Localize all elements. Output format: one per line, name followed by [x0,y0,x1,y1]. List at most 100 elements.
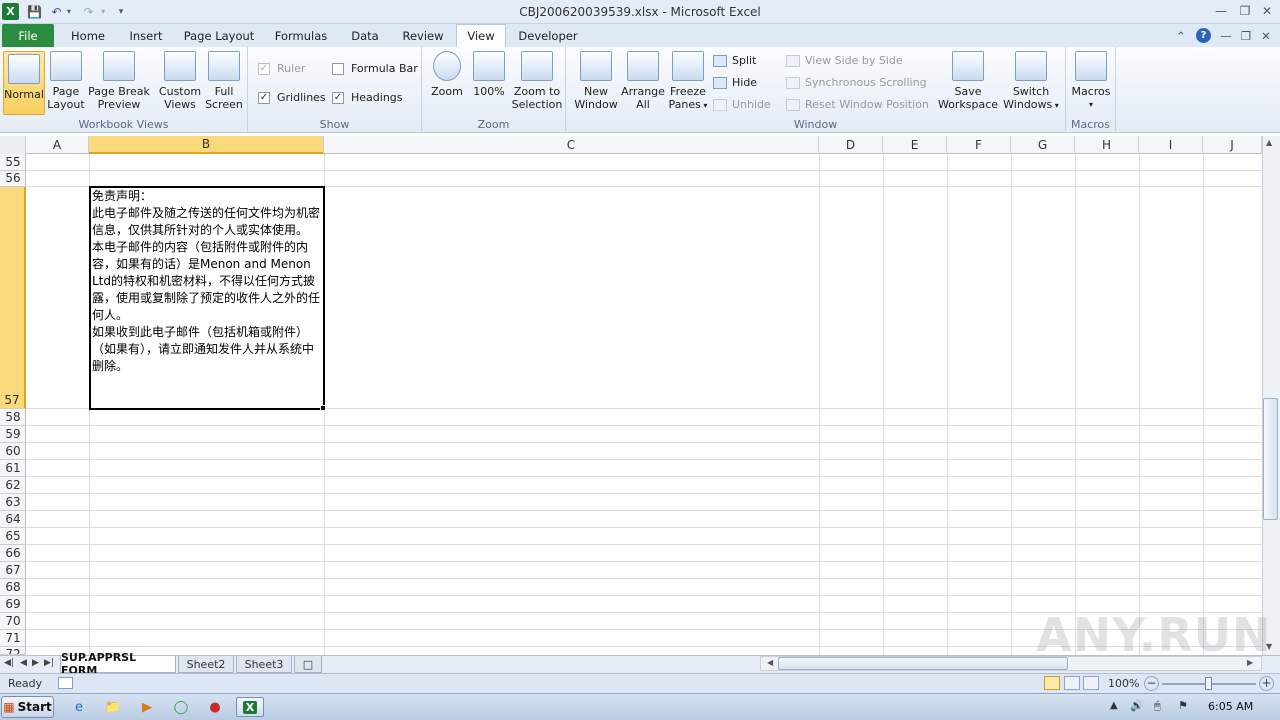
tab-page-layout[interactable]: Page Layout [180,24,258,47]
fill-handle[interactable] [320,405,326,411]
close-icon[interactable]: ✕ [1258,2,1276,20]
active-cell-b57[interactable]: 免责声明： 此电子邮件及随之传送的任何文件均为机密信息，仅供其所针对的个人或实体… [89,186,325,410]
page-break-status-icon[interactable] [1083,676,1099,690]
excel-taskbar-icon[interactable]: X [236,697,264,717]
row-header[interactable]: 68 [0,579,26,596]
row-header[interactable]: 62 [0,477,26,494]
full-screen-button[interactable]: Full Screen [204,51,244,111]
sheet-tab-sup-apprsl-form[interactable]: SUP.APPRSL FORM [60,651,176,677]
action-center-icon[interactable]: ⚑ [1178,699,1188,712]
media-player-icon[interactable]: ▶ [136,697,158,717]
formula-bar-checkbox[interactable]: Formula Bar [332,62,418,75]
prev-sheet-icon[interactable]: ◀ [20,658,30,668]
sheet-tab-sheet2[interactable]: Sheet2 [178,656,234,673]
tab-view[interactable]: View [456,24,506,47]
gridlines-checkbox[interactable]: ✓ Gridlines [258,91,326,104]
reset-window-position-button[interactable]: Reset Window Position [786,98,929,111]
column-header-h[interactable]: H [1075,136,1139,154]
row-header[interactable]: 65 [0,528,26,545]
tab-file[interactable]: File [2,24,54,47]
column-header-a[interactable]: A [26,136,89,154]
last-sheet-icon[interactable]: ▶| [44,658,54,668]
tab-data[interactable]: Data [344,24,386,47]
freeze-panes-button[interactable]: Freeze Panes ▾ [666,51,710,112]
page-layout-view-button[interactable]: Page Layout [46,51,86,111]
split-button[interactable]: Split [713,54,756,67]
row-header-selected[interactable]: 57 [0,187,26,409]
tab-review[interactable]: Review [396,24,450,47]
row-header[interactable]: 69 [0,596,26,613]
column-header-j[interactable]: J [1203,136,1262,154]
headings-checkbox[interactable]: ✓ Headings [332,91,403,104]
horizontal-scroll-thumb[interactable] [778,657,1068,670]
tab-home[interactable]: Home [62,24,114,47]
row-header[interactable]: 61 [0,460,26,477]
row-header[interactable]: 72 [0,647,26,655]
column-header-b[interactable]: B [89,136,324,154]
insert-sheet-icon[interactable]: □ [294,656,322,673]
row-header[interactable]: 60 [0,443,26,460]
next-sheet-icon[interactable]: ▶ [32,658,42,668]
macro-record-icon[interactable] [58,677,73,689]
internet-explorer-icon[interactable]: e [68,697,90,717]
ruler-checkbox[interactable]: ✓ Ruler [258,62,305,75]
start-button[interactable]: ▦ Start [1,696,54,718]
row-header[interactable]: 70 [0,613,26,630]
row-header[interactable]: 71 [0,630,26,647]
column-header-d[interactable]: D [819,136,883,154]
zoom-button[interactable]: Zoom [428,51,466,98]
synchronous-scrolling-button[interactable]: Synchronous Scrolling [786,76,927,89]
workbook-minimize-icon[interactable]: — [1218,24,1234,47]
column-header-g[interactable]: G [1011,136,1075,154]
chrome-icon[interactable]: ◯ [170,697,192,717]
scroll-left-icon[interactable]: ◀ [767,658,773,667]
network-icon[interactable]: 🖱 [1154,699,1161,713]
workbook-restore-icon[interactable]: ❐ [1238,24,1254,47]
zoom-to-selection-button[interactable]: Zoom to Selection [510,51,564,111]
select-all-corner[interactable] [0,136,26,154]
zoom-level[interactable]: 100% [1108,677,1139,690]
workbook-close-icon[interactable]: ✕ [1258,24,1274,47]
vertical-scrollbar[interactable]: ▲ ▼ [1262,136,1280,655]
minimize-ribbon-icon[interactable]: ⌃ [1172,24,1190,47]
minimize-icon[interactable]: — [1212,2,1230,20]
normal-view-button[interactable]: Normal [3,51,45,115]
tab-formulas[interactable]: Formulas [270,24,332,47]
restore-icon[interactable]: ❐ [1236,2,1254,20]
first-sheet-icon[interactable]: ◀| [4,658,14,668]
hide-button[interactable]: Hide [713,76,757,89]
scroll-up-icon[interactable]: ▲ [1266,138,1272,147]
arrange-all-button[interactable]: Arrange All [620,51,666,111]
folder-icon[interactable]: 📁 [102,697,124,717]
tray-arrow-icon[interactable]: ▲ [1110,700,1118,711]
page-layout-status-icon[interactable] [1064,676,1080,690]
row-header[interactable]: 64 [0,511,26,528]
normal-view-status-icon[interactable] [1044,676,1060,690]
sheet-tab-sheet3[interactable]: Sheet3 [236,656,292,673]
row-header[interactable]: 55 [0,154,26,171]
column-header-e[interactable]: E [883,136,947,154]
clock[interactable]: 6:05 AM [1208,700,1253,713]
view-side-by-side-button[interactable]: View Side by Side [786,54,903,67]
zoom-slider-thumb[interactable] [1205,677,1212,690]
zoom-100-button[interactable]: 100% [470,51,508,98]
volume-icon[interactable]: 🔊 [1130,699,1144,712]
opera-icon[interactable]: ● [204,697,226,717]
row-header[interactable]: 66 [0,545,26,562]
row-header[interactable]: 67 [0,562,26,579]
tab-insert[interactable]: Insert [120,24,172,47]
page-break-preview-button[interactable]: Page Break Preview [88,51,150,111]
custom-views-button[interactable]: Custom Views [156,51,204,111]
vertical-scroll-thumb[interactable] [1263,398,1278,520]
column-header-f[interactable]: F [947,136,1011,154]
unhide-button[interactable]: Unhide [713,98,771,111]
row-header[interactable]: 59 [0,426,26,443]
macros-button[interactable]: Macros ▾ [1070,51,1112,111]
new-window-button[interactable]: New Window [572,51,620,111]
column-header-c[interactable]: C [324,136,819,154]
switch-windows-button[interactable]: Switch Windows ▾ [1000,51,1062,112]
zoom-in-icon[interactable]: + [1259,676,1274,691]
save-workspace-button[interactable]: Save Workspace [936,51,1000,111]
help-icon[interactable]: ? [1196,28,1211,43]
zoom-out-icon[interactable]: − [1144,676,1159,691]
